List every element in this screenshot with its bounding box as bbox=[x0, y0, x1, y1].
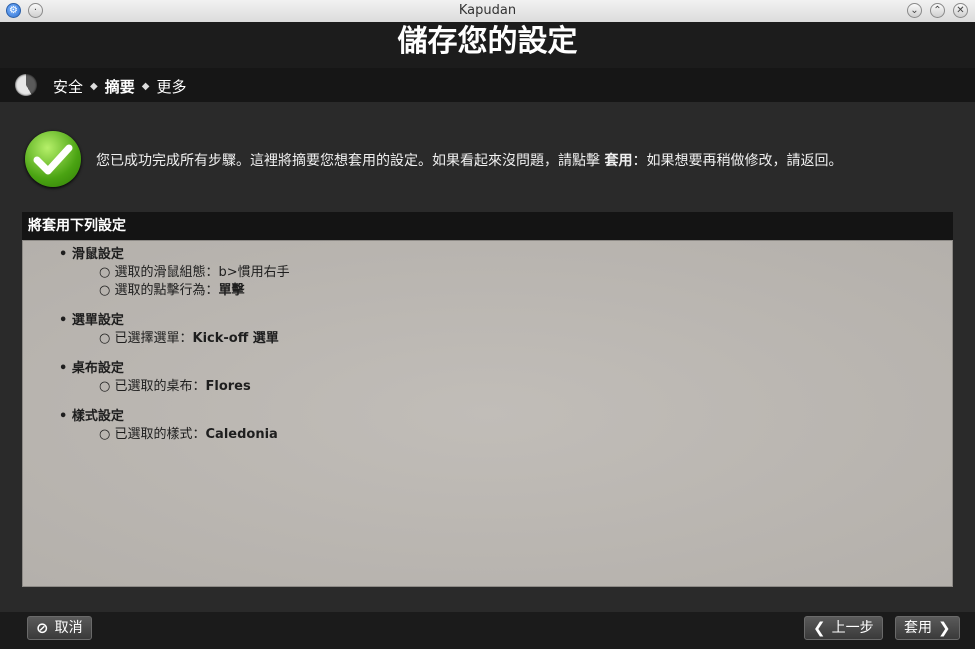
maximize-icon[interactable]: ⌃ bbox=[930, 3, 945, 18]
breadcrumb-arrow-icon: ◆ bbox=[90, 81, 98, 92]
checkmark-icon bbox=[25, 131, 81, 187]
message-apply-emphasis: 套用 bbox=[604, 153, 633, 169]
minimize-icon[interactable]: ⌄ bbox=[907, 3, 922, 18]
page-title: 儲存您的設定 bbox=[0, 22, 975, 68]
list-item: 已選取的桌布：Flores bbox=[99, 378, 251, 396]
cancel-button[interactable]: ⊘ 取消 bbox=[27, 616, 92, 640]
group-title: 桌布設定 bbox=[59, 360, 251, 378]
footer-bar: ⊘ 取消 ❮ 上一步 套用 ❯ bbox=[0, 612, 975, 649]
setting-value: Caledonia bbox=[205, 427, 278, 442]
chevron-left-icon: ❮ bbox=[813, 619, 826, 637]
message-text-end: ：如果想要再稍做修改，請返回。 bbox=[632, 153, 843, 169]
progress-pie-icon bbox=[15, 74, 37, 96]
cancel-icon: ⊘ bbox=[36, 619, 49, 637]
breadcrumb-item-summary: 摘要 bbox=[104, 78, 135, 96]
apply-label: 套用 bbox=[904, 620, 932, 636]
breadcrumb: 安全 ◆ 摘要 ◆ 更多 bbox=[53, 76, 186, 97]
list-item: 已選取的樣式：Caledonia bbox=[99, 426, 278, 444]
breadcrumb-item-security: 安全 bbox=[53, 78, 84, 96]
apply-button[interactable]: 套用 ❯ bbox=[895, 616, 960, 640]
settings-group-style: 樣式設定 已選取的樣式：Caledonia bbox=[59, 408, 278, 444]
group-title: 滑鼠設定 bbox=[59, 246, 290, 264]
message-text: 您已成功完成所有步驟。這裡將摘要您想套用的設定。如果看起來沒問題，請點擊 bbox=[96, 153, 605, 169]
group-title: 選單設定 bbox=[59, 312, 279, 330]
list-item: 選取的滑鼠組態：b>慣用右手 bbox=[99, 264, 290, 282]
close-icon[interactable]: ✕ bbox=[953, 3, 968, 18]
window-title: Kapudan bbox=[458, 3, 517, 18]
summary-panel: 滑鼠設定 選取的滑鼠組態：b>慣用右手 選取的點擊行為：單擊 選單設定 已選擇選… bbox=[22, 240, 953, 587]
setting-value: Flores bbox=[205, 379, 251, 394]
group-title: 樣式設定 bbox=[59, 408, 278, 426]
back-label: 上一步 bbox=[831, 620, 874, 636]
chevron-right-icon: ❯ bbox=[938, 619, 951, 637]
list-item: 選取的點擊行為：單擊 bbox=[99, 282, 290, 300]
settings-group-mouse: 滑鼠設定 選取的滑鼠組態：b>慣用右手 選取的點擊行為：單擊 bbox=[59, 246, 290, 300]
summary-panel-title: 將套用下列設定 bbox=[22, 212, 953, 240]
setting-value: Kick-off 選單 bbox=[192, 331, 279, 346]
success-message: 您已成功完成所有步驟。這裡將摘要您想套用的設定。如果看起來沒問題，請點擊 套用：… bbox=[96, 150, 842, 170]
cancel-label: 取消 bbox=[54, 620, 83, 636]
breadcrumb-item-more: 更多 bbox=[156, 78, 187, 96]
breadcrumb-arrow-icon: ◆ bbox=[141, 81, 150, 92]
list-item: 已選擇選單：Kick-off 選單 bbox=[99, 330, 279, 348]
back-button[interactable]: ❮ 上一步 bbox=[804, 616, 883, 640]
breadcrumb-bar: 安全 ◆ 摘要 ◆ 更多 bbox=[0, 68, 975, 102]
setting-value: b>慣用右手 bbox=[218, 265, 290, 280]
settings-group-wallpaper: 桌布設定 已選取的桌布：Flores bbox=[59, 360, 251, 396]
settings-group-menu: 選單設定 已選擇選單：Kick-off 選單 bbox=[59, 312, 279, 348]
setting-value: 單擊 bbox=[218, 283, 245, 298]
window-titlebar: ⚙ · Kapudan ⌄ ⌃ ✕ bbox=[0, 0, 975, 23]
